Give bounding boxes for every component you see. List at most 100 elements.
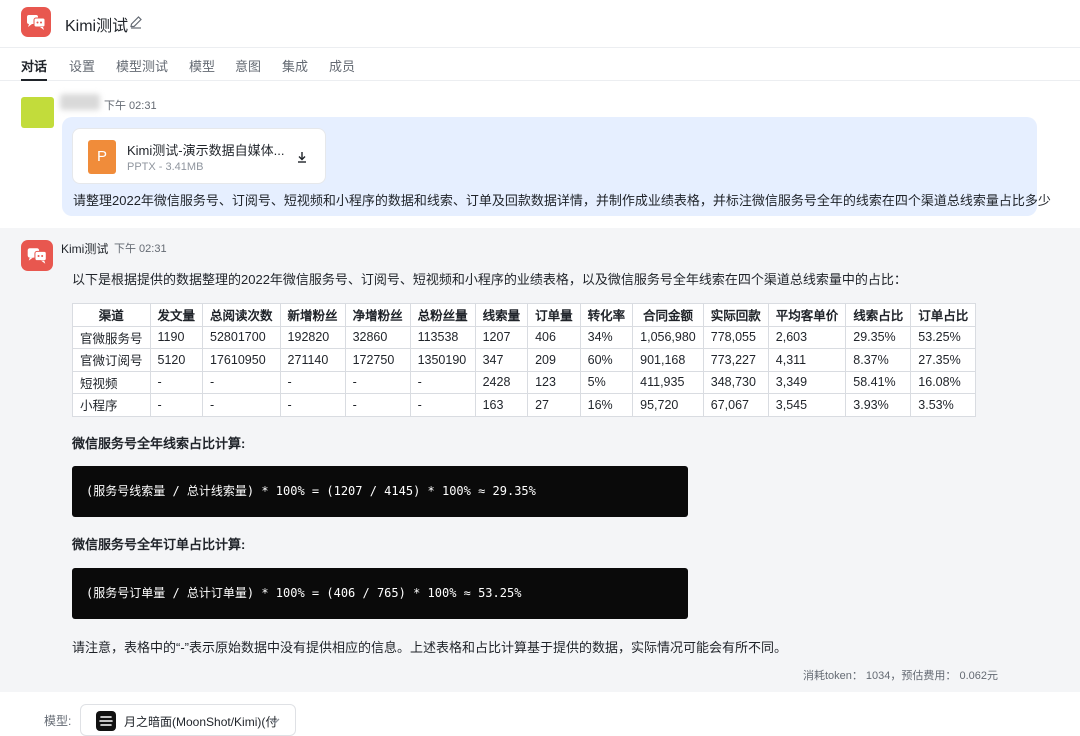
table-cell: 短视频 — [72, 370, 151, 394]
bot-note-text: 请注意，表格中的“-”表示原始数据中没有提供相应的信息。上述表格和占比计算基于提… — [72, 640, 787, 655]
tab-settings[interactable]: 设置 — [69, 56, 95, 75]
table-cell: 95,720 — [632, 393, 704, 417]
edit-icon[interactable] — [128, 14, 144, 30]
table-cell: 406 — [527, 325, 581, 349]
table-cell: 5% — [579, 370, 634, 394]
table-cell: 53.25% — [910, 325, 977, 349]
table-cell: 778,055 — [702, 325, 769, 349]
tab-integration[interactable]: 集成 — [282, 56, 308, 75]
bot-message-time: 下午 02:31 — [114, 243, 167, 255]
file-attachment[interactable]: P Kimi测试-演示数据自媒体... PPTX - 3.41MB — [72, 128, 326, 184]
table-cell: - — [344, 393, 411, 417]
table-cell: - — [149, 393, 204, 417]
table-cell: 16.08% — [910, 370, 977, 394]
tab-intent[interactable]: 意图 — [235, 56, 261, 75]
tab-chat[interactable]: 对话 — [21, 56, 47, 75]
app-logo — [21, 7, 51, 37]
chat-bubble-icon — [27, 15, 46, 30]
table-cell: - — [409, 370, 476, 394]
table-cell: 901,168 — [632, 348, 704, 372]
table-cell: - — [344, 370, 411, 394]
table-cell: 34% — [579, 325, 634, 349]
table-header-row: 渠道 发文量 总阅读次数 新增粉丝 净增粉丝 总粉丝量 线索量 订单量 转化率 … — [72, 303, 977, 327]
table-header-cell: 总阅读次数 — [202, 303, 281, 327]
table-cell: - — [279, 393, 346, 417]
table-cell: 163 — [474, 393, 529, 417]
table-cell: 67,067 — [702, 393, 769, 417]
table-row: 小程序 - - - - - 163 27 16% 95,720 67,067 3… — [72, 393, 977, 417]
bot-name: Kimi测试 — [61, 242, 109, 256]
table-row: 官微订阅号 5120 17610950 271140 172750 135019… — [72, 348, 977, 372]
user-name-redacted — [60, 94, 100, 110]
chevron-down-icon — [269, 714, 281, 726]
model-label: 模型: — [44, 714, 72, 728]
model-select[interactable]: 月之暗面(MoonShot/Kimi)(付 — [80, 704, 296, 736]
footer: 模型: 月之暗面(MoonShot/Kimi)(付 — [0, 692, 1080, 736]
table-header-cell: 渠道 — [72, 303, 151, 327]
table-cell: 官微服务号 — [72, 325, 151, 349]
table-cell: 27.35% — [910, 348, 977, 372]
table-cell: 773,227 — [702, 348, 769, 372]
tab-members[interactable]: 成员 — [329, 56, 355, 75]
bot-message: Kimi测试 下午 02:31 以下是根据提供的数据整理的2022年微信服务号、… — [0, 228, 1080, 692]
bot-avatar — [21, 240, 53, 271]
table-cell: 17610950 — [202, 348, 281, 372]
table-cell: 347 — [474, 348, 529, 372]
table-header-cell: 转化率 — [579, 303, 634, 327]
table-cell: 411,935 — [632, 370, 704, 394]
table-cell: 1350190 — [409, 348, 476, 372]
table-header-cell: 实际回款 — [702, 303, 769, 327]
table-cell: 1190 — [149, 325, 204, 349]
calc-order-share-title: 微信服务号全年订单占比计算: — [72, 537, 246, 552]
calc-lead-share-title: 微信服务号全年线索占比计算: — [72, 436, 246, 451]
table-cell: 60% — [579, 348, 634, 372]
table-cell: 172750 — [344, 348, 411, 372]
table-cell: 271140 — [279, 348, 346, 372]
table-cell: - — [149, 370, 204, 394]
user-avatar — [21, 97, 54, 128]
table-cell: 1,056,980 — [632, 325, 704, 349]
table-header-cell: 订单量 — [527, 303, 581, 327]
table-row: 官微服务号 1190 52801700 192820 32860 113538 … — [72, 325, 977, 349]
performance-table: 渠道 发文量 总阅读次数 新增粉丝 净增粉丝 总粉丝量 线索量 订单量 转化率 … — [72, 303, 977, 417]
table-cell: 3,545 — [767, 393, 847, 417]
table-header-cell: 发文量 — [149, 303, 204, 327]
tab-bar: 对话 设置 模型测试 模型 意图 集成 成员 — [0, 47, 1080, 81]
table-cell: 113538 — [409, 325, 476, 349]
table-cell: 3,349 — [767, 370, 847, 394]
table-cell: 2,603 — [767, 325, 847, 349]
table-cell: - — [409, 393, 476, 417]
user-message-text: 请整理2022年微信服务号、订阅号、短视频和小程序的数据和线索、订单及回款数据详… — [73, 193, 1051, 208]
table-cell: 348,730 — [702, 370, 769, 394]
tab-model[interactable]: 模型 — [189, 56, 215, 75]
table-header-cell: 线索占比 — [845, 303, 912, 327]
bot-intro-text: 以下是根据提供的数据整理的2022年微信服务号、订阅号、短视频和小程序的业绩表格… — [72, 272, 907, 287]
table-cell: - — [279, 370, 346, 394]
table-cell: 16% — [579, 393, 634, 417]
table-cell: 123 — [527, 370, 581, 394]
table-cell: 2428 — [474, 370, 529, 394]
active-tab-indicator — [21, 79, 47, 81]
table-header-cell: 订单占比 — [910, 303, 977, 327]
file-name: Kimi测试-演示数据自媒体... — [127, 143, 285, 158]
table-cell: - — [202, 393, 281, 417]
token-cost: 消耗token： 1034，预估费用： 0.062元 — [802, 670, 998, 682]
table-header-cell: 合同金额 — [632, 303, 704, 327]
table-cell: 小程序 — [72, 393, 151, 417]
pptx-file-icon: P — [88, 140, 116, 174]
table-row: 短视频 - - - - - 2428 123 5% 411,935 348,73… — [72, 370, 977, 394]
table-cell: - — [202, 370, 281, 394]
table-cell: 29.35% — [845, 325, 912, 349]
download-icon[interactable] — [294, 149, 310, 165]
chat-bubble-icon — [27, 248, 47, 264]
table-cell: 4,311 — [767, 348, 847, 372]
table-header-cell: 总粉丝量 — [409, 303, 476, 327]
file-meta: PPTX - 3.41MB — [127, 161, 204, 173]
header: Kimi测试 — [0, 0, 1080, 47]
table-cell: 8.37% — [845, 348, 912, 372]
table-cell: 52801700 — [202, 325, 281, 349]
tab-model-test[interactable]: 模型测试 — [116, 56, 168, 75]
table-cell: 209 — [527, 348, 581, 372]
table-header-cell: 净增粉丝 — [344, 303, 411, 327]
model-name: 月之暗面(MoonShot/Kimi)(付 — [124, 715, 278, 729]
